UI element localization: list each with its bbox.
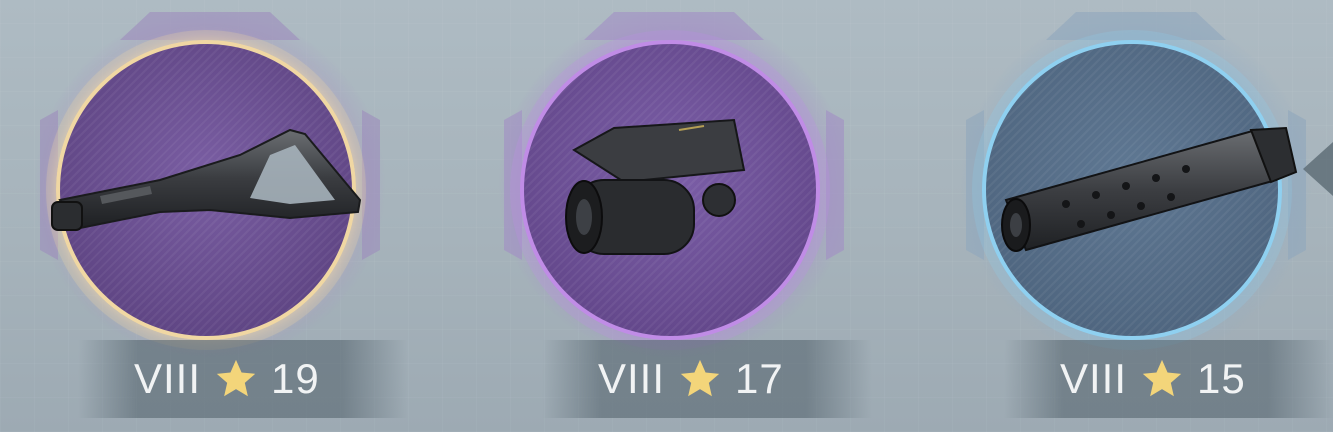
level-text: 15 xyxy=(1197,355,1246,402)
star-icon xyxy=(680,359,720,397)
attachment-slot-stock[interactable]: VIII 19 xyxy=(0,0,440,432)
attachment-slot-suppressor[interactable]: VIII 15 xyxy=(926,0,1333,432)
attachment-slot-laser[interactable]: VIII 17 xyxy=(464,0,904,432)
tier-text: VIII xyxy=(598,355,666,402)
level-text: 19 xyxy=(271,355,320,402)
stock-icon xyxy=(51,128,362,231)
tier-text: VIII xyxy=(1060,355,1128,402)
slot-label: VIII 17 xyxy=(542,340,872,418)
tier-text: VIII xyxy=(134,355,202,402)
slot-label: VIII 19 xyxy=(78,340,408,418)
star-icon xyxy=(216,359,256,397)
star-icon xyxy=(1142,359,1182,397)
arrow-left-icon[interactable] xyxy=(1303,142,1333,196)
level-text: 17 xyxy=(735,355,784,402)
laser-sight-icon xyxy=(565,118,746,255)
slot-label: VIII 15 xyxy=(1004,340,1333,418)
suppressor-icon xyxy=(1001,126,1298,252)
